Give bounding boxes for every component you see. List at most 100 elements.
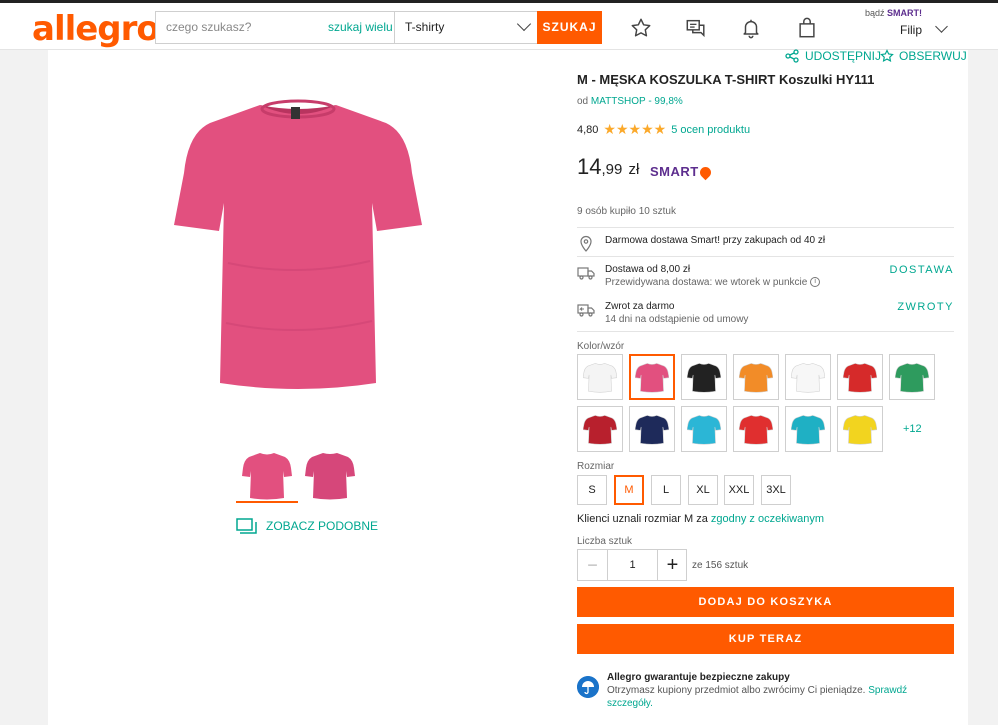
see-similar-link[interactable]: ZOBACZ PODOBNE — [236, 518, 378, 534]
color-swatch-row2-6[interactable] — [837, 406, 883, 452]
search-button[interactable]: SZUKAJ — [537, 11, 602, 44]
user-name: Filip — [900, 23, 923, 37]
allegro-logo[interactable]: allegro — [32, 9, 160, 49]
star-icon[interactable] — [630, 17, 652, 39]
color-swatch-row2-3[interactable] — [681, 406, 727, 452]
more-colors-link[interactable]: +12 — [903, 423, 922, 435]
delivery-cost: Dostawa od 8,00 zł — [605, 264, 691, 275]
seller-info: od MATTSHOP - 99,8% — [577, 96, 683, 107]
chat-icon[interactable] — [685, 17, 707, 39]
watch-button[interactable]: OBSERWUJ — [880, 49, 967, 63]
seller-prefix: od — [577, 96, 589, 107]
quantity-increase-button[interactable]: + — [657, 550, 687, 580]
category-select[interactable]: T-shirty — [394, 12, 537, 43]
guarantee-text: Otrzymasz kupiony przedmiot albo zwrócim… — [607, 684, 947, 710]
delivery-estimate-text: Przewidywana dostawa: we wtorek w punkci… — [605, 277, 808, 288]
share-icon — [785, 49, 799, 63]
color-swatch-row1-4[interactable] — [733, 354, 779, 400]
guarantee-title: Allegro gwarantuje bezpieczne zakupy — [607, 672, 790, 683]
color-swatch-row2-1[interactable] — [577, 406, 623, 452]
guarantee-body: Otrzymasz kupiony przedmiot albo zwrócim… — [607, 685, 866, 696]
color-swatch-row1-1[interactable] — [577, 354, 623, 400]
size-option-l[interactable]: L — [651, 475, 681, 505]
thumbnail-1[interactable] — [242, 450, 292, 500]
size-option-3xl[interactable]: 3XL — [761, 475, 791, 505]
top-header: allegro czego szukasz? szukaj wielu T-sh… — [0, 0, 998, 50]
delivery-row: Dostawa od 8,00 zł Przewidywana dostawa:… — [577, 264, 954, 294]
returns-row: Zwrot za darmo 14 dni na odstąpienie od … — [577, 301, 954, 331]
color-swatch-row1-3[interactable] — [681, 354, 727, 400]
quantity-label: Liczba sztuk — [577, 536, 633, 547]
product-price: 14,99 zł — [577, 154, 639, 180]
smart-promo: bądź SMART! — [865, 8, 955, 18]
color-swatch-row1-6[interactable] — [837, 354, 883, 400]
chevron-down-icon — [516, 16, 532, 32]
user-menu[interactable]: bądź SMART! Filip — [865, 8, 955, 37]
free-delivery-text: Darmowa dostawa Smart! przy zakupach od … — [605, 235, 826, 246]
return-truck-icon — [577, 304, 595, 317]
star-outline-icon — [880, 49, 894, 63]
chevron-down-icon — [935, 20, 948, 33]
rating-value: 4,80 — [577, 123, 599, 136]
fit-link[interactable]: zgodny z oczekiwanym — [711, 513, 824, 525]
watch-label: OBSERWUJ — [899, 49, 967, 63]
add-to-cart-button[interactable]: DODAJ DO KOSZYKA — [577, 587, 954, 617]
divider — [577, 256, 954, 257]
return-sub: 14 dni na odstąpienie od umowy — [605, 314, 749, 325]
free-delivery-row: Darmowa dostawa Smart! przy zakupach od … — [577, 235, 954, 255]
smart-label: SMART — [650, 164, 699, 179]
quantity-available: ze 156 sztuk — [692, 560, 749, 571]
rating-count-link[interactable]: 5 ocen produktu — [671, 124, 750, 136]
product-main-image[interactable] — [172, 93, 424, 393]
active-thumbnail-indicator — [236, 501, 298, 503]
size-option-xl[interactable]: XL — [688, 475, 718, 505]
product-title: M - MĘSKA KOSZULKA T-SHIRT Koszulki HY11… — [577, 72, 875, 87]
bought-count: 9 osób kupiło 10 sztuk — [577, 206, 676, 217]
rating-stars-icon: ★★★★★ — [603, 121, 667, 137]
smart-badge: SMART! — [887, 8, 923, 18]
similar-icon — [236, 518, 257, 534]
quantity-stepper: − 1 + — [577, 549, 687, 581]
color-swatch-row2-5[interactable] — [785, 406, 831, 452]
delivery-link[interactable]: DOSTAWA — [890, 264, 954, 276]
category-select-value: T-shirty — [405, 20, 445, 34]
price-decimal: ,99 — [601, 161, 623, 178]
color-label: Kolor/wzór — [577, 341, 625, 352]
size-option-m[interactable]: M — [614, 475, 644, 505]
color-swatch-row2-2[interactable] — [629, 406, 675, 452]
info-icon[interactable]: i — [810, 277, 821, 288]
quantity-decrease-button[interactable]: − — [578, 550, 608, 580]
smart-prefix: bądź — [865, 8, 885, 18]
fit-text: Klienci uznali rozmiar M za — [577, 513, 708, 525]
smart-logo-icon — [697, 164, 713, 181]
buy-now-button[interactable]: KUP TERAZ — [577, 624, 954, 654]
size-label: Rozmiar — [577, 461, 615, 472]
search-bar: czego szukasz? szukaj wielu T-shirty SZU… — [155, 11, 602, 44]
divider — [577, 227, 954, 228]
size-option-xxl[interactable]: XXL — [724, 475, 754, 505]
product-rating: 4,80 ★★★★★ 5 ocen produktu — [577, 121, 750, 138]
returns-link[interactable]: ZWROTY — [897, 301, 954, 313]
umbrella-icon — [577, 676, 599, 698]
cart-bag-icon[interactable] — [796, 17, 818, 39]
search-many-link[interactable]: szukaj wielu — [328, 12, 393, 43]
quantity-input[interactable]: 1 — [608, 550, 657, 580]
delivery-estimate: Przewidywana dostawa: we wtorek w punkci… — [605, 277, 821, 288]
share-label: UDOSTĘPNIJ — [805, 49, 882, 63]
smart-badge: SMART — [650, 164, 713, 181]
share-button[interactable]: UDOSTĘPNIJ — [785, 49, 881, 63]
divider — [577, 331, 954, 332]
color-swatch-row1-2[interactable] — [629, 354, 675, 400]
size-option-s[interactable]: S — [577, 475, 607, 505]
bell-icon[interactable] — [740, 17, 762, 39]
thumbnail-2[interactable] — [305, 450, 355, 500]
color-swatch-row2-4[interactable] — [733, 406, 779, 452]
price-integer: 14 — [577, 154, 602, 179]
color-swatch-row1-5[interactable] — [785, 354, 831, 400]
size-fit-info: Klienci uznali rozmiar M za zgodny z ocz… — [577, 513, 824, 525]
see-similar-label: ZOBACZ PODOBNE — [266, 519, 379, 533]
color-swatch-row1-7[interactable] — [889, 354, 935, 400]
price-currency: zł — [628, 161, 640, 178]
seller-link[interactable]: MATTSHOP - 99,8% — [591, 96, 683, 107]
return-title: Zwrot za darmo — [605, 301, 675, 312]
